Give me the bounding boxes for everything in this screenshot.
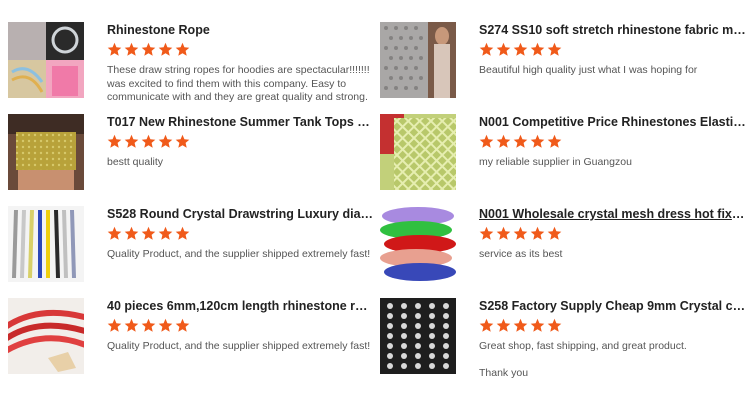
review-card: S528 Round Crystal Drawstring Luxury dia… <box>8 206 380 298</box>
review-comment: Great shop, fast shipping, and great pro… <box>479 340 687 378</box>
review-card: T017 New Rhinestone Summer Tank Tops Bri… <box>8 114 380 206</box>
star-icon <box>141 226 156 240</box>
star-icon <box>530 134 545 148</box>
star-icon <box>124 226 139 240</box>
review-card: N001 Competitive Price Rhinestones Elast… <box>380 114 750 206</box>
star-icon <box>124 42 139 56</box>
review-comment: bestt quality <box>107 156 164 168</box>
review-card: Rhinestone Rope These draw string ropes … <box>8 22 380 114</box>
star-icon <box>530 42 545 56</box>
star-icon <box>513 226 528 240</box>
product-title[interactable]: S258 Factory Supply Cheap 9mm Crystal cu… <box>479 298 747 314</box>
rating-stars <box>107 318 190 334</box>
star-icon <box>141 42 156 56</box>
product-thumbnail[interactable] <box>380 114 456 190</box>
star-icon <box>141 318 156 332</box>
product-thumbnail[interactable] <box>8 114 84 190</box>
rating-stars <box>107 134 190 150</box>
star-icon <box>496 134 511 148</box>
star-icon <box>496 226 511 240</box>
reviews-grid: Rhinestone Rope These draw string ropes … <box>0 0 750 400</box>
rating-stars <box>479 42 562 58</box>
star-icon <box>158 226 173 240</box>
star-icon <box>479 226 494 240</box>
star-icon <box>513 42 528 56</box>
star-icon <box>547 226 562 240</box>
star-icon <box>547 318 562 332</box>
star-icon <box>496 318 511 332</box>
product-thumbnail[interactable] <box>8 22 84 98</box>
product-thumbnail[interactable] <box>380 206 456 282</box>
rating-stars <box>479 318 562 334</box>
star-icon <box>479 134 494 148</box>
rating-stars <box>107 226 190 242</box>
star-icon <box>530 318 545 332</box>
star-icon <box>175 42 190 56</box>
star-icon <box>479 318 494 332</box>
product-title[interactable]: 40 pieces 6mm,120cm length rhinestone ro… <box>107 298 375 314</box>
review-comment: Quality Product, and the supplier shippe… <box>107 248 371 260</box>
star-icon <box>158 318 173 332</box>
review-card: S274 SS10 soft stretch rhinestone fabric… <box>380 22 750 114</box>
product-thumbnail[interactable] <box>380 22 456 98</box>
product-title[interactable]: T017 New Rhinestone Summer Tank Tops Bri… <box>107 114 375 130</box>
star-icon <box>158 134 173 148</box>
review-comment: Quality Product, and the supplier shippe… <box>107 340 371 352</box>
review-card: N001 Wholesale crystal mesh dress hot fi… <box>380 206 750 298</box>
star-icon <box>513 318 528 332</box>
product-title[interactable]: N001 Competitive Price Rhinestones Elast… <box>479 114 747 130</box>
star-icon <box>513 134 528 148</box>
star-icon <box>107 42 122 56</box>
product-title[interactable]: S274 SS10 soft stretch rhinestone fabric… <box>479 22 747 38</box>
product-thumbnail[interactable] <box>8 206 84 282</box>
product-title[interactable]: Rhinestone Rope <box>107 22 375 38</box>
star-icon <box>124 318 139 332</box>
star-icon <box>547 134 562 148</box>
review-comment: service as its best <box>479 248 563 260</box>
rating-stars <box>479 226 562 242</box>
star-icon <box>158 42 173 56</box>
rating-stars <box>479 134 562 150</box>
review-comment: my reliable supplier in Guangzou <box>479 156 632 168</box>
review-card: S258 Factory Supply Cheap 9mm Crystal cu… <box>380 298 750 390</box>
star-icon <box>107 318 122 332</box>
star-icon <box>175 318 190 332</box>
product-thumbnail[interactable] <box>380 298 456 374</box>
review-card: 40 pieces 6mm,120cm length rhinestone ro… <box>8 298 380 390</box>
review-comment: Beautiful high quality just what I was h… <box>479 64 698 76</box>
product-title[interactable]: S528 Round Crystal Drawstring Luxury dia… <box>107 206 375 222</box>
review-comment: These draw string ropes for hoodies are … <box>107 64 370 102</box>
star-icon <box>141 134 156 148</box>
star-icon <box>547 42 562 56</box>
product-thumbnail[interactable] <box>8 298 84 374</box>
star-icon <box>175 226 190 240</box>
star-icon <box>496 42 511 56</box>
star-icon <box>530 226 545 240</box>
star-icon <box>479 42 494 56</box>
rating-stars <box>107 42 190 58</box>
star-icon <box>124 134 139 148</box>
star-icon <box>175 134 190 148</box>
star-icon <box>107 226 122 240</box>
star-icon <box>107 134 122 148</box>
product-title[interactable]: N001 Wholesale crystal mesh dress hot fi… <box>479 206 747 222</box>
